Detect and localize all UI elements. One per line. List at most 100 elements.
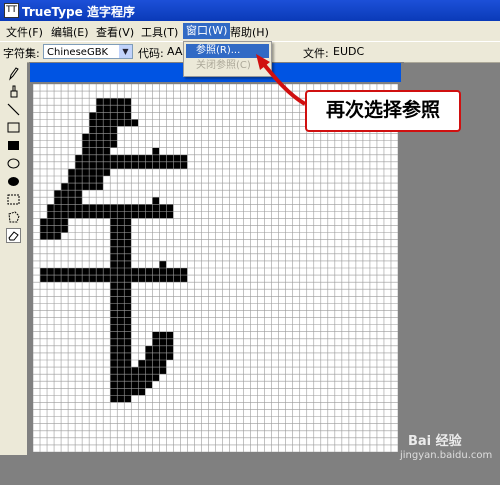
glyph-pixel [145, 374, 153, 382]
glyph-pixel [110, 112, 118, 120]
glyph-pixel [54, 225, 62, 233]
glyph-pixel [96, 275, 104, 283]
glyph-pixel [166, 161, 174, 169]
glyph-pixel [40, 232, 48, 240]
glyph-pixel [103, 119, 111, 127]
glyph-pixel [124, 260, 132, 268]
glyph-pixel [68, 190, 76, 198]
glyph-pixel [138, 161, 146, 169]
glyph-pixel [68, 204, 76, 212]
glyph-pixel [61, 183, 69, 191]
hollow-ellipse-icon[interactable] [6, 156, 21, 171]
hollow-rectangle-icon[interactable] [6, 120, 21, 135]
line-icon[interactable] [6, 102, 21, 117]
freeform-select-icon[interactable] [6, 210, 21, 225]
glyph-pixel [110, 360, 118, 368]
glyph-pixel [96, 140, 104, 148]
menu-reference[interactable]: 参照(R)... [186, 44, 269, 58]
glyph-pixel [117, 225, 125, 233]
glyph-pixel [96, 154, 104, 162]
glyph-pixel [103, 140, 111, 148]
glyph-pixel [124, 211, 132, 219]
glyph-pixel [96, 98, 104, 106]
glyph-pixel [124, 246, 132, 254]
glyph-pixel [54, 218, 62, 226]
charset-select[interactable]: ChineseGBK ▼ [43, 44, 133, 59]
glyph-pixel [166, 154, 174, 162]
glyph-pixel [82, 147, 90, 155]
glyph-pixel [47, 232, 55, 240]
eraser-icon[interactable] [6, 228, 21, 243]
glyph-pixel [152, 154, 160, 162]
glyph-pixel [117, 119, 125, 127]
glyph-pixel [145, 345, 153, 353]
menu-help[interactable]: 帮助(H) [230, 24, 269, 40]
glyph-pixel [110, 317, 118, 325]
glyph-pixel [110, 119, 118, 127]
glyph-pixel [75, 275, 83, 283]
glyph-editor-grid[interactable] [33, 84, 398, 452]
glyph-pixel [124, 381, 132, 389]
glyph-pixel [110, 246, 118, 254]
glyph-pixel [117, 275, 125, 283]
glyph-pixel [124, 345, 132, 353]
glyph-pixel [117, 296, 125, 304]
glyph-pixel [124, 296, 132, 304]
menu-edit[interactable]: 编辑(E) [51, 24, 89, 40]
glyph-pixel [89, 133, 97, 141]
app-icon: TT [4, 3, 19, 18]
glyph-pixel [110, 352, 118, 360]
window-menu-dropdown: 参照(R)... 关闭参照(C) [183, 41, 272, 77]
glyph-pixel [82, 168, 90, 176]
glyph-pixel [110, 126, 118, 134]
glyph-pixel [124, 204, 132, 212]
menu-bar: 文件(F) 编辑(E) 查看(V) 工具(T) 窗口(W) 帮助(H) [0, 21, 500, 41]
glyph-pixel [96, 211, 104, 219]
glyph-pixel [138, 275, 146, 283]
menu-view[interactable]: 查看(V) [96, 24, 134, 40]
glyph-pixel [61, 275, 69, 283]
pencil-icon[interactable] [6, 66, 21, 81]
glyph-pixel [166, 338, 174, 346]
glyph-pixel [173, 268, 181, 276]
glyph-pixel [131, 275, 139, 283]
brush-icon[interactable] [6, 84, 21, 99]
glyph-pixel [103, 154, 111, 162]
glyph-pixel [68, 197, 76, 205]
glyph-pixel [89, 211, 97, 219]
menu-window[interactable]: 窗口(W) [183, 23, 231, 39]
menu-file[interactable]: 文件(F) [6, 24, 43, 40]
code-label: 代码: [138, 47, 164, 60]
rect-select-icon[interactable] [6, 192, 21, 207]
glyph-pixel [54, 197, 62, 205]
glyph-pixel [124, 268, 132, 276]
glyph-pixel [124, 105, 132, 113]
glyph-pixel [117, 260, 125, 268]
chevron-down-icon[interactable]: ▼ [119, 45, 132, 58]
filled-ellipse-icon[interactable] [6, 174, 21, 189]
glyph-pixel [96, 183, 104, 191]
glyph-pixel [89, 112, 97, 120]
glyph-pixel [110, 388, 118, 396]
glyph-pixel [47, 225, 55, 233]
glyph-pixel [131, 154, 139, 162]
glyph-pixel [138, 204, 146, 212]
glyph-pixel [61, 204, 69, 212]
glyph-pixel [124, 317, 132, 325]
glyph-pixel [47, 275, 55, 283]
glyph-pixel [82, 154, 90, 162]
glyph-pixel [180, 268, 188, 276]
glyph-pixel [96, 161, 104, 169]
glyph-pixel [110, 345, 118, 353]
glyph-pixel [117, 381, 125, 389]
glyph-pixel [124, 98, 132, 106]
glyph-pixel [159, 275, 167, 283]
charset-value: ChineseGBK [47, 47, 109, 58]
glyph-pixel [152, 374, 160, 382]
filled-rectangle-icon[interactable] [6, 138, 21, 153]
glyph-pixel [117, 211, 125, 219]
glyph-pixel [103, 112, 111, 120]
glyph-pixel [159, 211, 167, 219]
menu-tools[interactable]: 工具(T) [141, 24, 178, 40]
glyph-pixel [124, 119, 132, 127]
